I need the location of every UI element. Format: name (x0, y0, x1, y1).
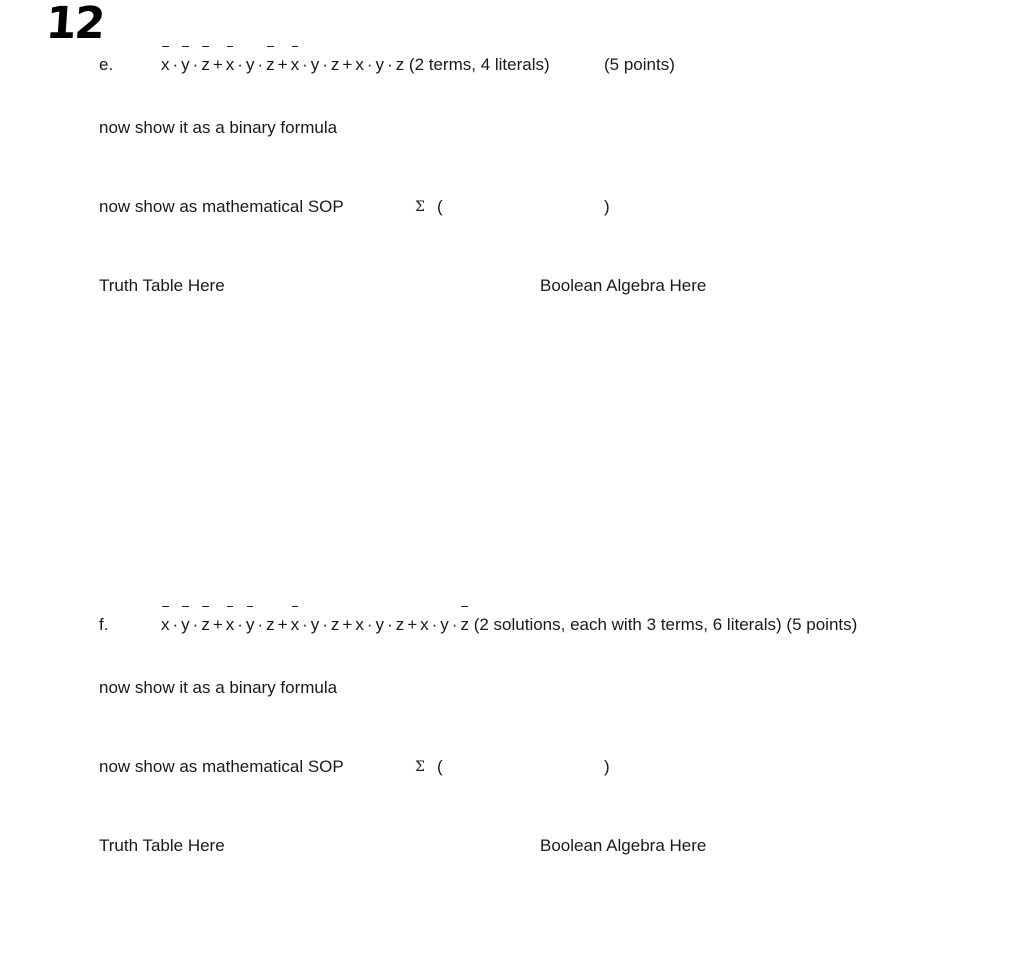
and-operator: · (387, 55, 393, 74)
and-operator: · (451, 615, 458, 634)
complemented-literal: z (201, 606, 210, 634)
and-operator: · (322, 55, 328, 74)
and-operator: · (366, 615, 373, 634)
complemented-literal: x (161, 46, 170, 74)
and-operator: · (192, 615, 199, 634)
literal: y (375, 615, 385, 634)
complemented-literal: x (225, 606, 235, 634)
close-paren: ) (604, 757, 610, 776)
plus-operator: + (407, 615, 418, 634)
and-operator: · (257, 615, 264, 634)
and-operator: · (192, 55, 199, 74)
and-operator: · (302, 55, 308, 74)
complemented-literal: z (266, 46, 275, 74)
and-operator: · (366, 55, 373, 74)
boolean-expression: x · y · z + x · y · z + x · y · z + x · y · z (2 terms, 4 lite… (161, 46, 550, 75)
truth-table-label: Truth Table Here (99, 836, 225, 855)
literal: x (355, 615, 364, 634)
and-operator: · (172, 615, 179, 634)
open-paren: ( (437, 757, 443, 776)
complemented-literal: z (201, 46, 210, 74)
literal: z (330, 55, 340, 74)
literal: z (395, 615, 405, 634)
literal: z (266, 615, 275, 634)
literal: y (440, 615, 449, 634)
and-operator: · (322, 615, 328, 634)
complemented-literal: x (290, 606, 300, 634)
points-label: (5 points) (604, 55, 675, 74)
sigma-icon: Σ (415, 759, 425, 775)
boolean-algebra-label: Boolean Algebra Here (540, 276, 707, 295)
plus-operator: + (277, 615, 288, 634)
open-paren: ( (437, 197, 443, 216)
handwritten-page-number: 12 (44, 0, 106, 49)
complemented-literal: y (181, 46, 190, 74)
plus-operator: + (277, 55, 288, 74)
literal: x (420, 615, 429, 634)
plus-operator: + (342, 615, 353, 634)
and-operator: · (387, 615, 393, 634)
plus-operator: + (342, 55, 353, 74)
literal: y (375, 55, 385, 74)
term-note: (2 solutions, each with 3 terms, 6 liter… (468, 615, 858, 634)
truth-table-label: Truth Table Here (99, 276, 225, 295)
literal: y (310, 615, 320, 634)
complemented-literal: z (460, 606, 469, 634)
sop-prompt: now show as mathematical SOP (99, 197, 344, 216)
and-operator: · (237, 55, 243, 74)
sigma-icon: Σ (415, 199, 425, 215)
term-note: (2 terms, 4 literals) (404, 55, 550, 74)
binary-formula-prompt: now show it as a binary formula (99, 678, 338, 697)
and-operator: · (302, 615, 308, 634)
literal: z (330, 615, 340, 634)
problem-label: f. (99, 615, 109, 634)
boolean-algebra-label: Boolean Algebra Here (540, 836, 707, 855)
and-operator: · (172, 55, 179, 74)
plus-operator: + (212, 55, 223, 74)
literal: y (245, 55, 255, 74)
literal: y (310, 55, 320, 74)
complemented-literal: x (161, 606, 170, 634)
close-paren: ) (604, 197, 610, 216)
problem-label: e. (99, 55, 114, 74)
complemented-literal: y (181, 606, 190, 634)
literal: z (395, 55, 405, 74)
plus-operator: + (212, 615, 223, 634)
complemented-literal: x (225, 46, 235, 74)
boolean-expression: x · y · z + x · y · z + x · y · z + x · y · z + x · y · z (2 solutio… (161, 606, 858, 635)
and-operator: · (257, 55, 264, 74)
complemented-literal: y (245, 606, 255, 634)
literal: x (355, 55, 364, 74)
and-operator: · (237, 615, 243, 634)
sop-prompt: now show as mathematical SOP (99, 757, 344, 776)
binary-formula-prompt: now show it as a binary formula (99, 118, 338, 137)
complemented-literal: x (290, 46, 300, 74)
and-operator: · (431, 615, 438, 634)
